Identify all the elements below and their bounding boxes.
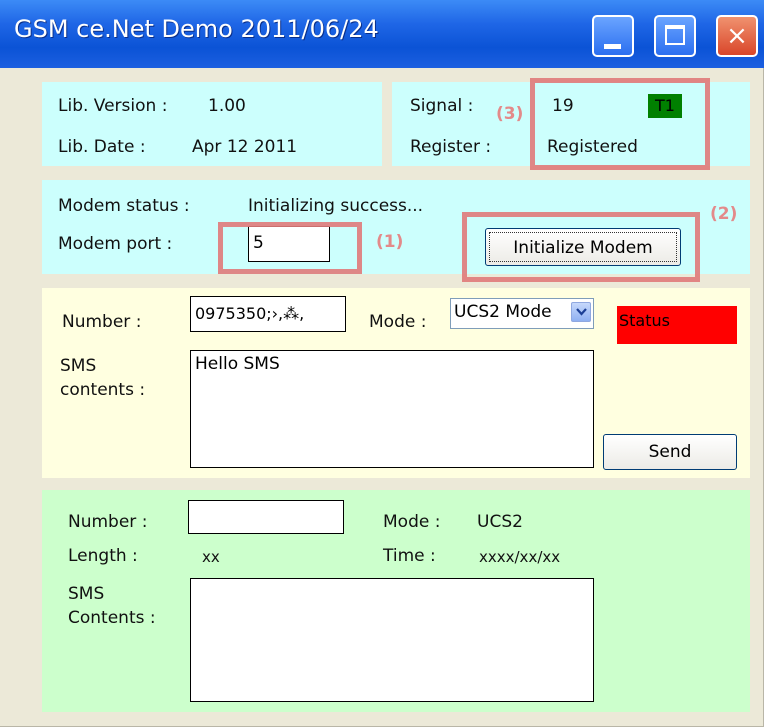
recv-contents-label-line2: Contents : — [68, 608, 156, 628]
lib-date-value: Apr 12 2011 — [192, 137, 298, 157]
lib-date-label: Lib. Date : — [58, 137, 146, 157]
recv-mode-value: UCS2 — [477, 512, 523, 532]
highlight-box-2 — [462, 212, 700, 282]
send-status-indicator: Status — [617, 306, 737, 344]
modem-status-value: Initializing success... — [248, 196, 424, 216]
maximize-icon — [665, 25, 685, 45]
recv-number-label: Number : — [68, 512, 148, 532]
signal-label: Signal : — [410, 96, 474, 116]
send-sms-panel: Number : 0975350;›,⁂, Mode : UCS2 Mode S… — [42, 288, 750, 478]
modem-port-label: Modem port : — [58, 234, 173, 254]
lib-info-panel: Lib. Version : 1.00 Lib. Date : Apr 12 2… — [42, 82, 382, 166]
chevron-down-icon[interactable] — [571, 302, 591, 322]
lib-version-label: Lib. Version : — [58, 96, 168, 116]
title-bar[interactable]: GSM ce.Net Demo 2011/06/24 × — [0, 0, 764, 68]
recv-number-input[interactable] — [188, 500, 344, 534]
recv-time-value: xxxx/xx/xx — [479, 548, 561, 566]
close-button[interactable]: × — [716, 15, 758, 57]
send-contents-label-line2: contents : — [60, 380, 146, 400]
register-label: Register : — [410, 137, 492, 157]
recv-length-value: xx — [202, 548, 220, 566]
annotation-3: (3) — [496, 104, 524, 124]
lib-version-value: 1.00 — [208, 96, 246, 116]
app-window: GSM ce.Net Demo 2011/06/24 × Lib. Versio… — [0, 0, 764, 727]
modem-status-label: Modem status : — [58, 196, 190, 216]
maximize-button[interactable] — [654, 15, 696, 57]
recv-mode-label: Mode : — [383, 512, 441, 532]
recv-contents-textarea[interactable] — [190, 578, 594, 702]
send-number-label: Number : — [62, 312, 142, 332]
annotation-2: (2) — [710, 204, 738, 224]
annotation-1: (1) — [376, 232, 404, 252]
send-mode-label: Mode : — [369, 312, 427, 332]
send-contents-textarea[interactable]: Hello SMS — [190, 350, 594, 468]
mode-select-value: UCS2 Mode — [454, 302, 552, 322]
send-button[interactable]: Send — [603, 434, 737, 470]
close-icon: × — [726, 21, 748, 51]
recv-contents-label-line1: SMS — [68, 584, 105, 604]
recv-time-label: Time : — [383, 546, 436, 566]
window-title: GSM ce.Net Demo 2011/06/24 — [14, 15, 379, 43]
recv-sms-panel: Number : Mode : UCS2 Length : xx Time : … — [42, 490, 750, 712]
minimize-icon — [604, 44, 621, 49]
send-contents-label-line1: SMS — [60, 356, 97, 376]
highlight-box-3 — [530, 78, 710, 170]
highlight-box-1 — [218, 222, 362, 274]
mode-select[interactable]: UCS2 Mode — [450, 298, 594, 329]
minimize-button[interactable] — [592, 15, 634, 57]
send-number-input[interactable]: 0975350;›,⁂, — [190, 296, 346, 332]
recv-length-label: Length : — [68, 546, 138, 566]
